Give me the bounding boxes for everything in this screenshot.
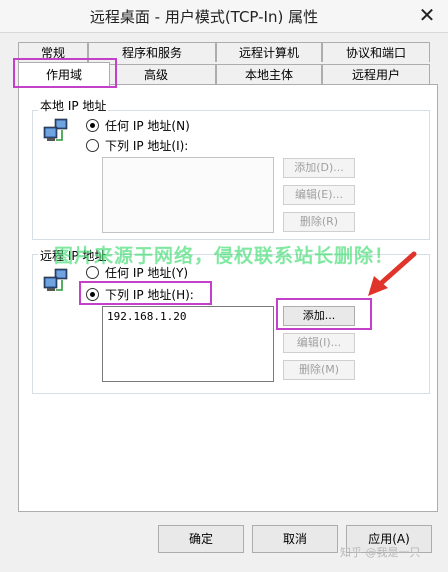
scope-tab-highlight xyxy=(13,58,117,88)
window-title: 远程桌面 - 用户模式(TCP-In) 属性 xyxy=(89,8,319,26)
remote-ip-list[interactable]: 192.168.1.20 xyxy=(102,306,274,382)
network-computer-icon xyxy=(43,268,68,291)
remote-edit-button[interactable]: 编辑(I)... xyxy=(283,333,355,353)
ok-button[interactable]: 确定 xyxy=(158,525,244,553)
add-button-highlight xyxy=(276,298,372,330)
cancel-button[interactable]: 取消 xyxy=(252,525,338,553)
remote-any-ip-label: 任何 IP 地址(Y) xyxy=(105,266,189,280)
local-edit-button[interactable]: 编辑(E)... xyxy=(283,185,355,205)
tab-local-principals[interactable]: 本地主体 xyxy=(216,64,322,84)
remote-remove-button[interactable]: 删除(M) xyxy=(283,360,355,380)
local-ip-list[interactable] xyxy=(102,157,274,233)
local-list-ip-option[interactable]: 下列 IP 地址(I): xyxy=(86,138,188,154)
local-ip-label: 本地 IP 地址 xyxy=(38,97,109,114)
title-bar: 远程桌面 - 用户模式(TCP-In) 属性 ✕ xyxy=(0,0,448,33)
remote-list-highlight xyxy=(79,281,212,305)
local-remove-button[interactable]: 删除(R) xyxy=(283,212,355,232)
local-any-ip-radio[interactable] xyxy=(86,119,99,132)
local-list-ip-label: 下列 IP 地址(I): xyxy=(105,139,189,153)
network-computer-icon xyxy=(43,118,68,141)
local-any-ip-option[interactable]: 任何 IP 地址(N) xyxy=(86,118,190,134)
local-any-ip-label: 任何 IP 地址(N) xyxy=(105,119,190,133)
local-list-ip-radio[interactable] xyxy=(86,139,99,152)
list-item[interactable]: 192.168.1.20 xyxy=(103,307,273,323)
close-icon[interactable]: ✕ xyxy=(412,3,442,27)
watermark-text: 图片来源于网络，侵权联系站长删除！ xyxy=(53,245,394,267)
zhihu-watermark: 知乎 @我是一只 xyxy=(340,546,421,559)
tab-protocols-ports[interactable]: 协议和端口 xyxy=(322,42,430,62)
local-add-button[interactable]: 添加(D)... xyxy=(283,158,355,178)
tab-remote-users[interactable]: 远程用户 xyxy=(322,64,430,84)
tab-remote-computers[interactable]: 远程计算机 xyxy=(216,42,322,62)
